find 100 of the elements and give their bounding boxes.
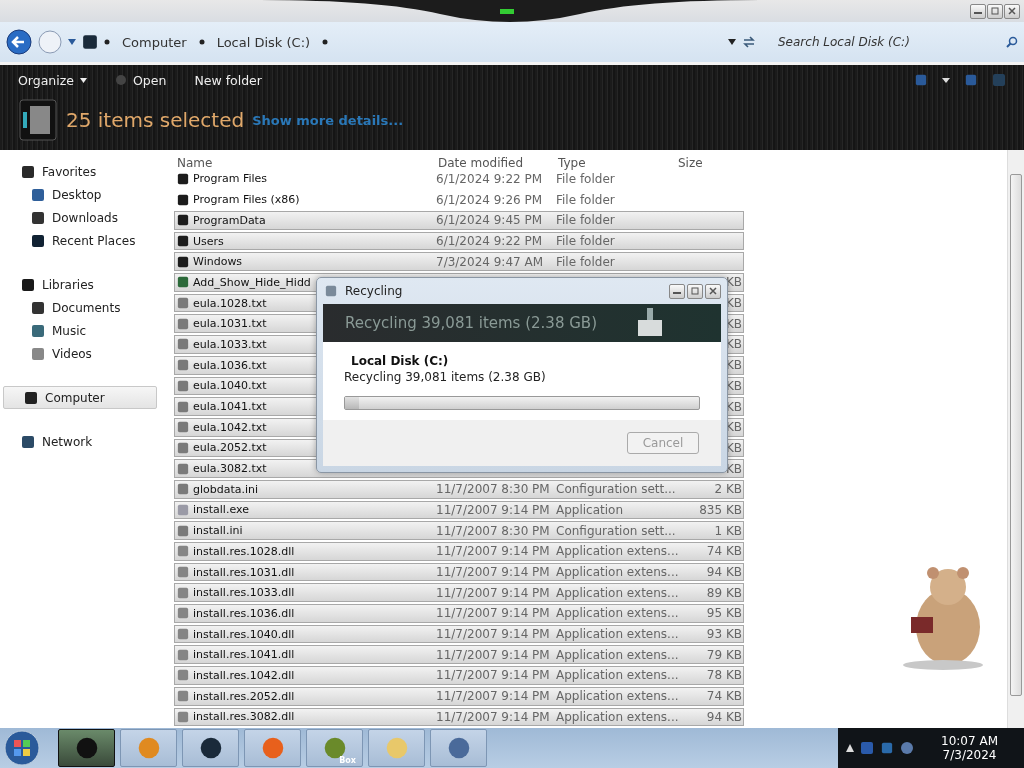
size-cell-text: 2 KB — [713, 482, 742, 497]
file-row[interactable]: install.res.3082.dll 11/7/2007 9:14 PM Application extens... 94 KB — [174, 707, 744, 727]
start-button[interactable] — [3, 729, 41, 767]
size-cell-text: 74 KB — [705, 544, 742, 559]
column-header[interactable]: Type — [558, 155, 678, 170]
date-cell-text: 6/1/2024 9:26 PM — [436, 192, 544, 207]
file-row[interactable]: Windows 7/3/2024 9:47 AM File folder — [174, 252, 744, 272]
dll-file-icon — [177, 668, 189, 683]
toolbar-button[interactable]: Organize — [18, 70, 87, 90]
file-row[interactable]: install.res.1041.dll 11/7/2007 9:14 PM Application extens... 79 KB — [174, 645, 744, 665]
computer-icon — [24, 390, 38, 405]
dll-file-icon — [177, 689, 189, 704]
sidebar-item[interactable]: Favorites — [0, 160, 157, 183]
date-cell-text: 11/7/2007 9:14 PM — [436, 502, 551, 517]
sidebar-item[interactable]: Desktop — [0, 183, 157, 206]
clock-time[interactable]: 10:07 AM — [941, 734, 998, 748]
dll-file-icon — [177, 647, 189, 662]
explorer-icon — [74, 736, 99, 760]
file-row[interactable]: install.res.1033.dll 11/7/2007 9:14 PM Application extens... 89 KB — [174, 583, 744, 603]
sidebar-item[interactable]: Downloads — [0, 206, 157, 229]
breadcrumb[interactable]: Computer — [116, 34, 193, 50]
type-cell: Application extens... — [556, 647, 676, 662]
folder-icon — [177, 192, 189, 207]
sidebar-item[interactable]: Videos — [0, 342, 157, 365]
taskbar-button[interactable] — [182, 729, 239, 767]
restore-icon — [691, 287, 699, 295]
file-name: eula.1041.txt — [193, 400, 267, 414]
show-details-link[interactable]: Show more details... — [252, 112, 404, 128]
close-button[interactable] — [705, 283, 721, 299]
taskbar-button[interactable] — [58, 729, 115, 767]
folder-icon — [177, 254, 189, 269]
column-header[interactable]: Name — [177, 155, 438, 170]
document-icon — [31, 300, 45, 315]
text-file-icon — [177, 440, 189, 455]
back-button[interactable] — [6, 29, 32, 55]
file-row[interactable]: install.res.2052.dll 11/7/2007 9:14 PM Application extens... 74 KB — [174, 686, 744, 706]
script-file-icon — [177, 275, 189, 290]
search-field[interactable]: Search Local Disk (C:) — [776, 30, 1000, 54]
size-cell-text: 89 KB — [705, 585, 742, 600]
clock-date[interactable]: 7/3/2024 — [942, 748, 997, 762]
file-name: eula.1033.txt — [193, 337, 267, 351]
close-button[interactable] — [1004, 3, 1020, 19]
text-file-icon — [177, 316, 189, 331]
text-file-icon — [177, 337, 189, 352]
column-header[interactable]: Size — [678, 155, 748, 170]
type-cell-text: File folder — [556, 254, 616, 269]
file-row[interactable]: Users 6/1/2024 9:22 PM File folder — [174, 231, 744, 251]
file-row[interactable]: install.res.1036.dll 11/7/2007 9:14 PM Application extens... 95 KB — [174, 604, 744, 623]
sidebar-item[interactable]: Documents — [0, 296, 157, 319]
date-cell-text: 11/7/2007 9:14 PM — [436, 544, 551, 559]
date-cell-text: 11/7/2007 8:30 PM — [436, 523, 551, 538]
search-icon[interactable] — [1006, 36, 1018, 48]
type-cell: Application extens... — [556, 627, 676, 642]
dll-file-icon — [177, 709, 189, 724]
file-name: install.res.1041.dll — [193, 648, 295, 662]
file-row[interactable]: install.res.1040.dll 11/7/2007 9:14 PM Application extens... 93 KB — [174, 624, 744, 644]
sidebar-item[interactable]: Music — [0, 319, 157, 342]
dropdown-icon[interactable] — [942, 77, 950, 83]
file-name: install.ini — [193, 524, 243, 538]
location-label: Local Disk (C:) — [350, 354, 450, 368]
text-file-icon — [177, 399, 189, 414]
text-file-icon — [177, 461, 189, 476]
minimize-button[interactable] — [970, 3, 986, 19]
file-row[interactable]: install.res.1042.dll 11/7/2007 9:14 PM Application extens... 78 KB — [174, 666, 744, 685]
favorites-icon — [21, 164, 35, 179]
dialog-title: Recycling — [345, 284, 403, 298]
breadcrumb[interactable]: Local Disk (C:) — [210, 34, 317, 50]
date-cell-text: 11/7/2007 9:14 PM — [436, 689, 551, 704]
toolbar-button[interactable]: Open — [115, 70, 167, 90]
sidebar-item[interactable]: Computer — [3, 386, 157, 409]
file-row[interactable]: install.res.1031.dll 11/7/2007 9:14 PM Application extens... 94 KB — [174, 562, 744, 582]
type-cell: Application extens... — [556, 565, 676, 580]
toolbar-button[interactable]: New folder — [194, 70, 262, 90]
show-hidden-icon[interactable] — [846, 744, 854, 752]
file-row[interactable]: install.ini 11/7/2007 8:30 PM Configuration sett... 1 KB — [174, 521, 744, 540]
file-name: eula.1036.txt — [193, 358, 267, 372]
type-cell-text: File folder — [556, 192, 616, 207]
size-cell-text: 835 KB — [698, 502, 742, 517]
column-header[interactable]: Date modified — [438, 155, 558, 170]
file-name: Program Files — [193, 172, 268, 186]
file-row[interactable]: install.exe 11/7/2007 9:14 PM Application 835 KB — [174, 500, 744, 520]
sidebar-item[interactable]: Network — [0, 430, 157, 453]
restore-button[interactable] — [687, 283, 703, 299]
file-row[interactable]: install.res.1028.dll 11/7/2007 9:14 PM Application extens... 74 KB — [174, 542, 744, 561]
sidebar-item[interactable]: Libraries — [0, 273, 157, 296]
file-row[interactable]: ProgramData 6/1/2024 9:45 PM File folder — [174, 211, 744, 230]
refresh-icon[interactable] — [742, 35, 756, 49]
minimize-button[interactable] — [669, 283, 685, 299]
file-name: eula.1028.txt — [193, 296, 267, 310]
size-cell-text: 1 KB — [713, 523, 742, 538]
file-name: eula.3082.txt — [193, 462, 267, 476]
restore-button[interactable] — [987, 3, 1003, 19]
file-name: install.res.1040.dll — [193, 627, 295, 641]
sidebar-item[interactable]: Recent Places — [0, 229, 157, 252]
status-text: Recycling 39,081 items (2.38 GB) — [344, 370, 547, 384]
dropdown-icon[interactable] — [728, 39, 736, 45]
type-cell: Application extens... — [556, 606, 676, 621]
file-row[interactable]: globdata.ini 11/7/2007 8:30 PM Configuration sett... 2 KB — [174, 479, 744, 499]
scrollbar-thumb[interactable] — [1010, 174, 1022, 696]
desktop-icon — [31, 187, 45, 202]
